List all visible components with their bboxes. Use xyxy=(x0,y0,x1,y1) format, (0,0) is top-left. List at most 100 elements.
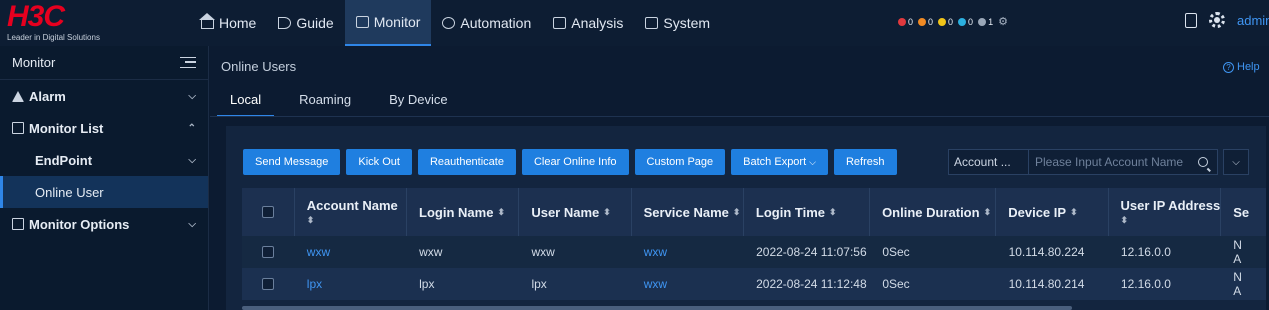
service-name-link[interactable]: wxw xyxy=(632,268,744,300)
sort-icon: ⬍ xyxy=(829,206,837,217)
info-alarm-count: 1 xyxy=(988,16,994,27)
table-header: Account Name ⬍ Login Name ⬍ User Name ⬍ Se… xyxy=(242,188,1266,236)
online-users-table: Account Name ⬍ Login Name ⬍ User Name ⬍ Se… xyxy=(242,188,1266,310)
select-all-cell xyxy=(242,188,295,236)
column-header-label: Se xyxy=(1233,204,1250,220)
info-alarm-dot xyxy=(978,17,987,26)
action-toolbar: Send Message Kick Out Reauthenticate Cle… xyxy=(243,149,897,175)
sidebar-item-monitor-options[interactable]: Monitor Options ⌵ xyxy=(0,208,208,240)
select-all-checkbox[interactable] xyxy=(262,206,274,218)
search-box: Account ... xyxy=(948,149,1218,175)
user-name-cell: wxw xyxy=(531,245,555,259)
chevron-up-icon: ⌃ xyxy=(187,122,196,134)
online-duration-cell: 0Sec xyxy=(882,277,910,291)
nav-automation[interactable]: Automation xyxy=(431,0,542,46)
column-header-label: Login Name xyxy=(419,204,494,220)
logo-tagline: Leader in Digital Solutions xyxy=(7,33,100,42)
sort-icon: ⬍ xyxy=(306,215,315,225)
collapse-menu-icon[interactable] xyxy=(180,57,196,68)
user-menu[interactable]: admin xyxy=(1237,13,1269,28)
clear-online-info-button[interactable]: Clear Online Info xyxy=(521,149,629,175)
column-header-label: User Name xyxy=(531,204,600,220)
batch-export-button[interactable]: Batch Export ⌵ xyxy=(731,149,828,175)
kick-out-button[interactable]: Kick Out xyxy=(346,149,412,175)
nav-system-label: System xyxy=(663,15,711,31)
column-login-time[interactable]: Login Time ⬍ xyxy=(744,188,871,236)
sidebar-item-alarm[interactable]: Alarm ⌵ xyxy=(0,80,208,112)
document-icon[interactable] xyxy=(1185,12,1197,28)
account-name-link[interactable]: wxw xyxy=(295,236,407,268)
column-header-label: Service Name xyxy=(643,204,729,220)
nav-guide[interactable]: Guide xyxy=(267,0,344,46)
column-user-name[interactable]: User Name ⬍ xyxy=(519,188,632,236)
sidebar-item-monitor-list-label: Monitor List xyxy=(29,120,104,136)
send-message-button[interactable]: Send Message xyxy=(243,149,341,175)
row-checkbox[interactable] xyxy=(262,278,274,290)
search-input[interactable] xyxy=(1029,155,1198,169)
column-device-ip[interactable]: Device IP ⬍ xyxy=(996,188,1109,236)
column-login-name[interactable]: Login Name ⬍ xyxy=(407,188,520,236)
tab-local[interactable]: Local xyxy=(217,86,275,117)
nav-home[interactable]: Home xyxy=(190,0,267,46)
horizontal-scrollbar[interactable] xyxy=(242,306,1072,310)
online-users-panel: Send Message Kick Out Reauthenticate Cle… xyxy=(226,126,1266,310)
sort-icon: ⬍ xyxy=(1120,215,1129,225)
gear-icon[interactable] xyxy=(1209,12,1225,28)
reauthenticate-button[interactable]: Reauthenticate xyxy=(417,149,516,175)
login-time-cell: 2022-08-24 11:12:48 xyxy=(756,277,867,291)
truncated-cell-line: N xyxy=(1233,238,1242,252)
sidebar-item-monitor-list[interactable]: Monitor List ⌃ xyxy=(0,112,208,144)
warning-alarm-dot xyxy=(958,17,967,26)
monitor-list-icon xyxy=(12,122,24,134)
minor-alarm-dot xyxy=(938,17,947,26)
tab-bar: Local Roaming By Device xyxy=(217,86,473,117)
online-duration-cell: 0Sec xyxy=(882,245,910,259)
tab-by-device[interactable]: By Device xyxy=(376,86,461,117)
column-user-ip-address[interactable]: User IP Address ⬍ xyxy=(1109,188,1222,236)
h3c-logo[interactable]: H3C Leader in Digital Solutions xyxy=(7,2,117,44)
guide-icon xyxy=(278,17,292,29)
truncated-cell-line: A xyxy=(1233,252,1242,266)
column-account-name[interactable]: Account Name ⬍ xyxy=(295,188,408,236)
table-row[interactable]: lpx lpx lpx wxw 2022-08-24 11:12:48 0Sec… xyxy=(242,268,1266,300)
nav-system[interactable]: System xyxy=(634,0,721,46)
minor-alarm-count: 0 xyxy=(948,16,954,27)
alarm-counters[interactable]: 0 0 0 0 1 ⚙ xyxy=(895,15,1008,28)
column-online-duration[interactable]: Online Duration ⬍ xyxy=(870,188,997,236)
sidebar: Monitor Alarm ⌵ Monitor List ⌃ EndPoint … xyxy=(0,46,209,310)
search-field-select[interactable]: Account ... xyxy=(949,150,1029,174)
sort-icon: ⬍ xyxy=(497,206,505,217)
sidebar-item-endpoint[interactable]: EndPoint ⌵ xyxy=(0,144,208,176)
refresh-button[interactable]: Refresh xyxy=(833,149,897,175)
help-icon: ? xyxy=(1223,61,1234,73)
service-name-link[interactable]: wxw xyxy=(632,236,744,268)
nav-monitor[interactable]: Monitor xyxy=(344,0,432,46)
user-name-cell: lpx xyxy=(531,277,547,291)
device-ip-cell: 10.114.80.214 xyxy=(1008,277,1085,291)
row-checkbox[interactable] xyxy=(262,246,274,258)
help-link[interactable]: ? Help xyxy=(1223,61,1260,73)
nav-monitor-label: Monitor xyxy=(373,14,421,30)
custom-page-button[interactable]: Custom Page xyxy=(634,149,726,175)
main-nav: Home Guide Monitor Automation Analysis S… xyxy=(190,0,721,46)
advanced-search-toggle[interactable]: ⌵ xyxy=(1223,149,1249,175)
user-tools: admin xyxy=(1185,12,1269,28)
major-alarm-count: 0 xyxy=(928,16,934,27)
nav-analysis[interactable]: Analysis xyxy=(542,0,634,46)
critical-alarm-count: 0 xyxy=(908,16,914,27)
table-row[interactable]: wxw wxw wxw wxw 2022-08-24 11:07:56 0Sec… xyxy=(242,236,1266,268)
column-truncated[interactable]: Se xyxy=(1221,188,1266,236)
row-select-cell xyxy=(242,268,295,300)
column-service-name[interactable]: Service Name ⬍ xyxy=(632,188,744,236)
tab-divider xyxy=(210,116,1269,117)
monitor-icon xyxy=(355,16,369,28)
login-name-cell: lpx xyxy=(419,277,435,291)
sidebar-item-online-user[interactable]: Online User xyxy=(0,176,208,208)
user-ip-cell: 12.16.0.0 xyxy=(1120,245,1171,259)
search-icon[interactable] xyxy=(1198,157,1208,167)
account-name-link[interactable]: lpx xyxy=(295,268,407,300)
alarm-settings-icon[interactable]: ⚙ xyxy=(998,15,1008,28)
page-title: Online Users xyxy=(221,59,297,74)
tab-roaming[interactable]: Roaming xyxy=(286,86,364,117)
user-ip-cell: 12.16.0.0 xyxy=(1120,277,1171,291)
